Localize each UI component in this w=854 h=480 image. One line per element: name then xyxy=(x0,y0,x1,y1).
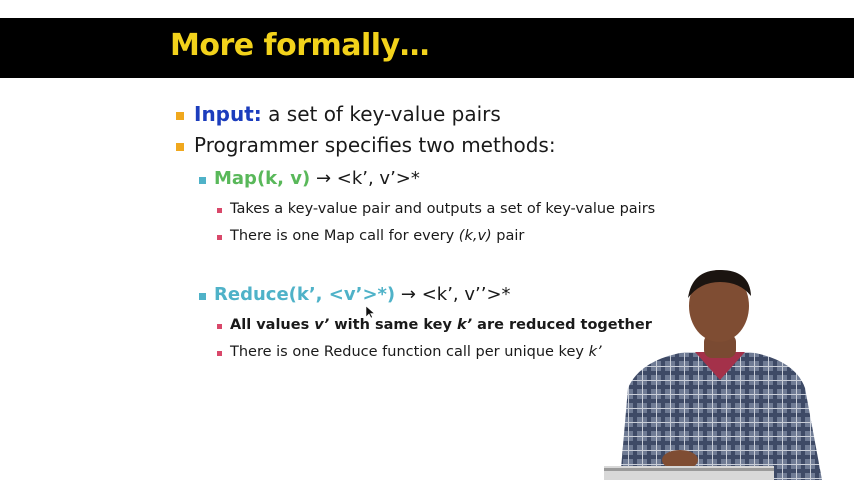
bullet-square-icon xyxy=(176,143,184,151)
bullet-square-icon xyxy=(217,324,222,329)
bullet-square-icon xyxy=(217,351,222,356)
bullet-square-icon xyxy=(217,235,222,240)
map-output: → <k’, v’>* xyxy=(310,168,420,189)
reduce-sub-1-c: with same key xyxy=(329,317,457,333)
map-sub-2: There is one Map call for every (k,v) pa… xyxy=(230,228,524,244)
bullet-reduce: Reduce(k’, <v’>*) → <k’, v’’>* xyxy=(214,284,511,305)
map-sub-2-suffix: pair xyxy=(491,228,525,244)
map-signature: Map(k, v) xyxy=(214,168,311,189)
top-margin xyxy=(0,0,854,18)
map-sub-2-pair: (k,v) xyxy=(458,228,492,244)
bullet-square-icon xyxy=(199,293,206,300)
reduce-sub-2: There is one Reduce function call per un… xyxy=(230,344,602,360)
presenter-video xyxy=(604,270,822,480)
input-text: a set of key-value pairs xyxy=(261,102,501,126)
reduce-sub-1: All values v’ with same key k’ are reduc… xyxy=(230,317,652,333)
input-label: Input: xyxy=(194,102,262,126)
reduce-sub-1-k: k’ xyxy=(456,317,473,333)
reduce-signature: Reduce(k’, <v’>*) xyxy=(214,284,396,305)
bullet-programmer: Programmer specifies two methods: xyxy=(194,133,556,157)
bullet-input: Input: a set of key-value pairs xyxy=(194,102,501,126)
reduce-sub-1-v: v’ xyxy=(314,317,330,333)
reduce-output: → <k’, v’’>* xyxy=(395,284,511,305)
mouse-cursor-icon xyxy=(366,306,375,319)
reduce-sub-1-a: All values xyxy=(230,317,315,333)
map-sub-2-text: There is one Map call for every xyxy=(230,228,459,244)
slide-title: More formally… xyxy=(170,28,430,63)
bullet-square-icon xyxy=(176,112,184,120)
bullet-square-icon xyxy=(217,208,222,213)
bullet-square-icon xyxy=(199,177,206,184)
map-sub-1: Takes a key-value pair and outputs a set… xyxy=(230,201,656,217)
bullet-map: Map(k, v) → <k’, v’>* xyxy=(214,168,420,189)
reduce-sub-2-text: There is one Reduce function call per un… xyxy=(230,344,589,360)
